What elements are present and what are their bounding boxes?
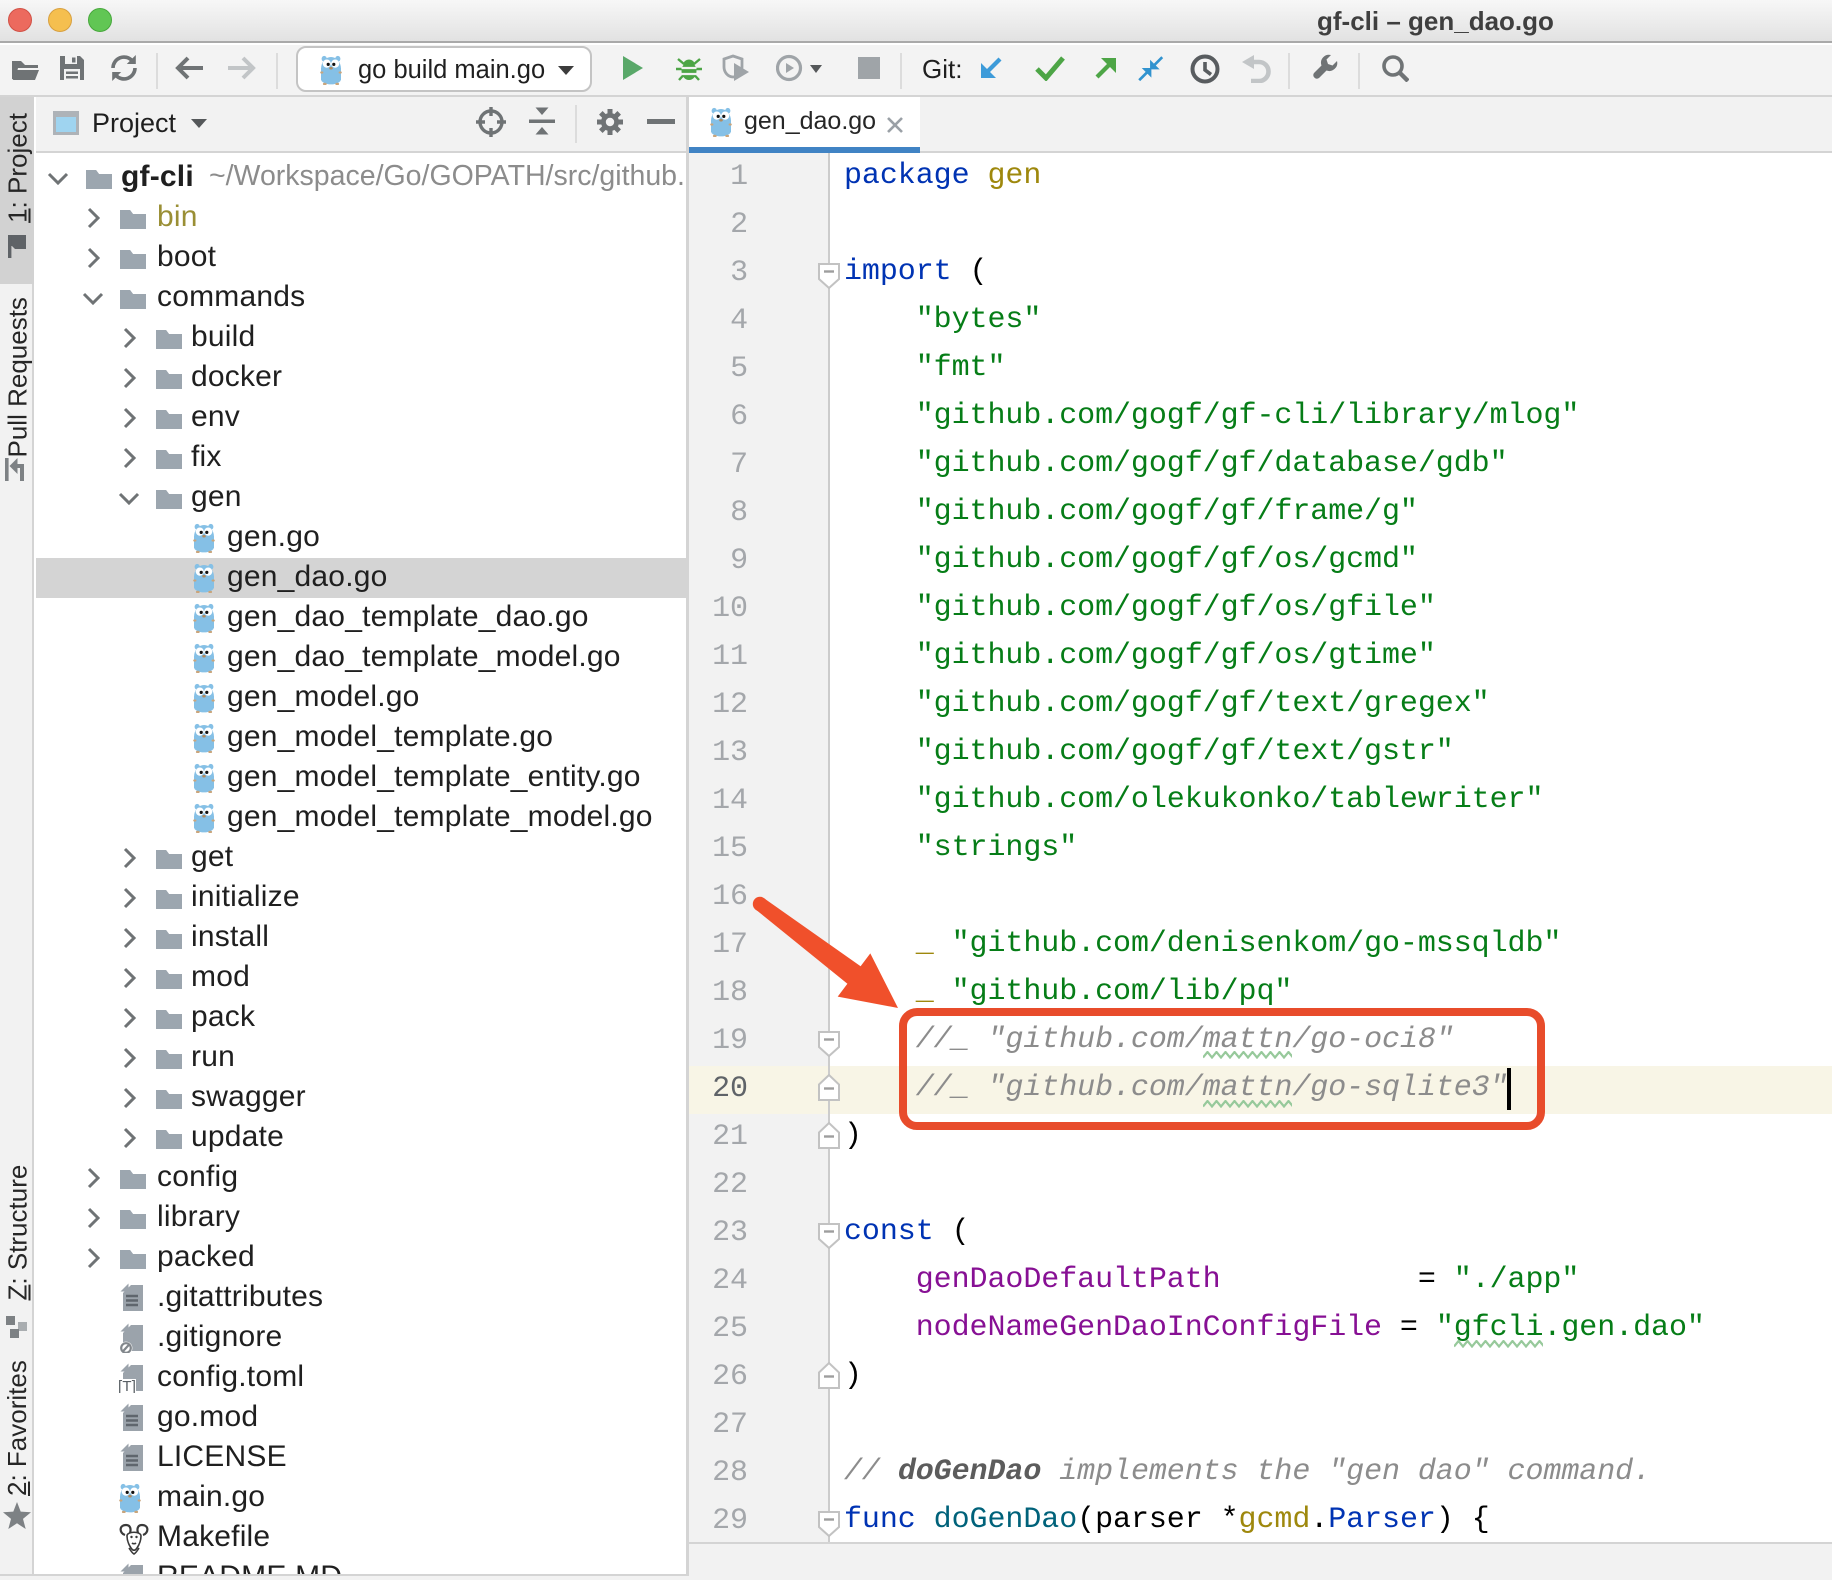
svg-text:[T]: [T] bbox=[119, 1378, 136, 1393]
